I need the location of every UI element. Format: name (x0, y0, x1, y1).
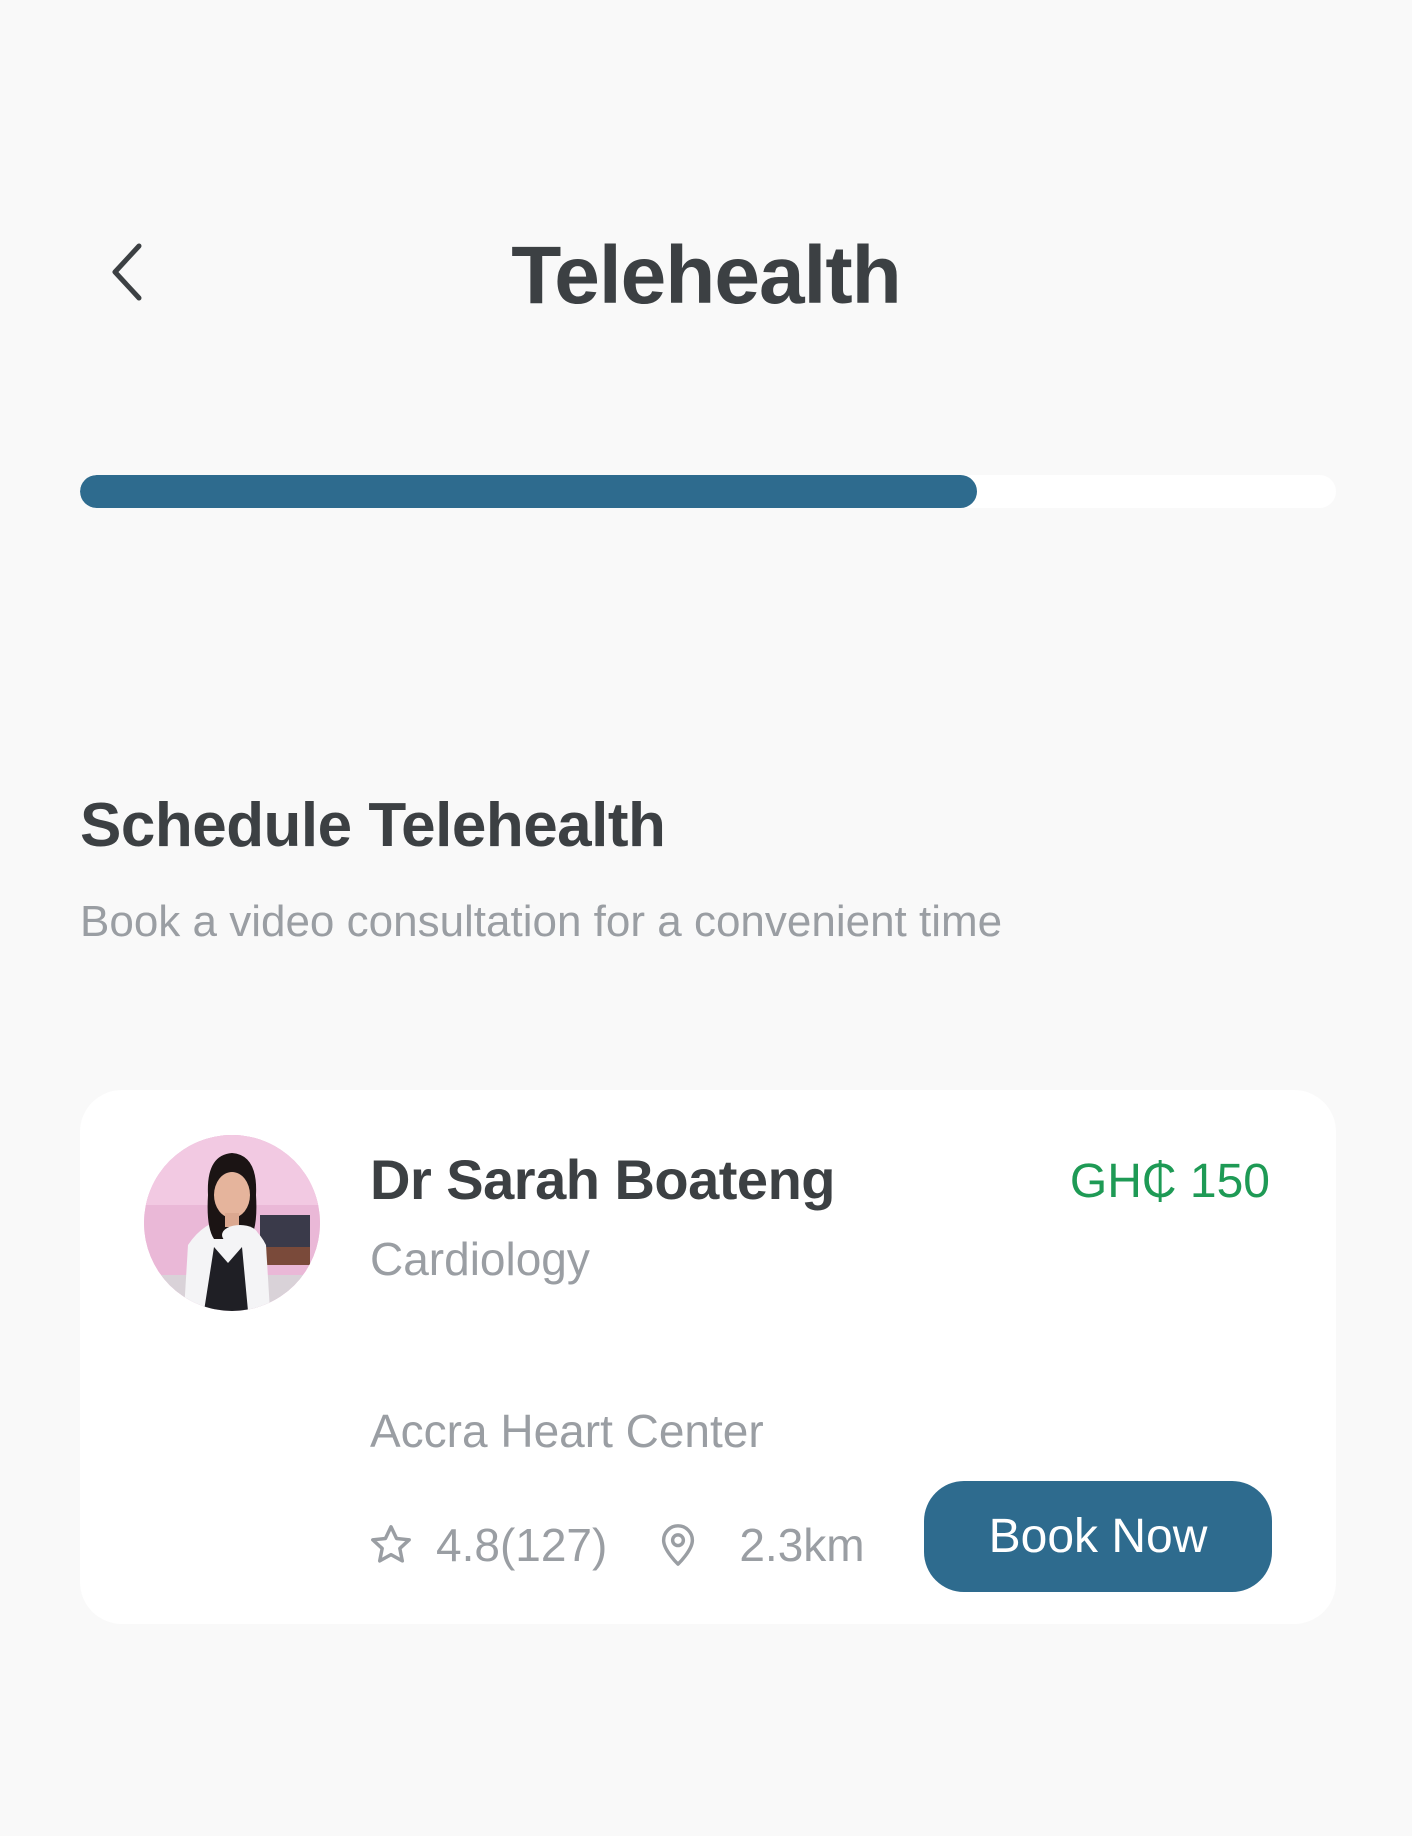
doctor-rating: 4.8(127) (436, 1519, 608, 1571)
doctor-distance: 2.3km (739, 1519, 865, 1571)
doctor-name: Dr Sarah Boateng (370, 1148, 836, 1211)
star-icon (368, 1522, 414, 1568)
progress-bar-fill (80, 475, 977, 508)
book-now-button[interactable]: Book Now (924, 1481, 1272, 1592)
doctor-meta-row: 4.8(127) 2.3km (368, 1510, 865, 1580)
doctor-clinic: Accra Heart Center (370, 1405, 764, 1457)
doctor-specialty: Cardiology (370, 1233, 590, 1285)
section-title: Schedule Telehealth (80, 791, 666, 860)
page-title: Telehealth (511, 230, 901, 321)
doctor-price: GH₵ 150 (1069, 1155, 1270, 1208)
progress-bar (80, 475, 1336, 508)
section-subtitle: Book a video consultation for a convenie… (80, 897, 1003, 946)
avatar (144, 1135, 320, 1311)
doctor-card[interactable]: Dr Sarah Boateng GH₵ 150 Cardiology Accr… (80, 1090, 1336, 1624)
location-pin-icon (655, 1522, 701, 1568)
